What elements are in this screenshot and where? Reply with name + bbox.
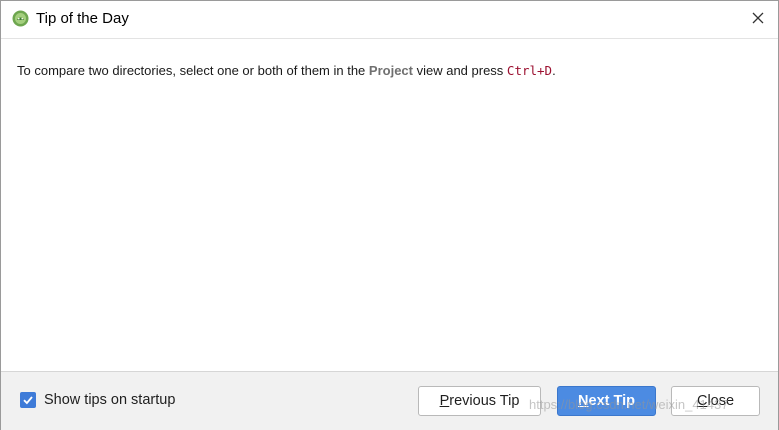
tip-of-the-day-dialog: Tip of the Day To compare two directorie… (0, 0, 779, 430)
tip-shortcut: Ctrl+D (506, 63, 553, 78)
android-studio-icon (12, 10, 29, 27)
tip-suffix: . (552, 63, 556, 78)
show-tips-checkbox[interactable]: Show tips on startup (20, 392, 175, 408)
tip-text: To compare two directories, select one o… (17, 63, 556, 78)
next-mnemonic: N (578, 393, 589, 409)
close-icon[interactable] (748, 8, 768, 28)
checkmark-icon[interactable] (20, 392, 36, 408)
next-label: ext Tip (588, 393, 635, 409)
dialog-title: Tip of the Day (36, 10, 129, 27)
tip-keyword: Project (368, 63, 413, 78)
previous-mnemonic: P (439, 393, 450, 409)
dialog-footer: Show tips on startup Previous Tip Next T… (1, 371, 778, 430)
close-button[interactable]: Close (671, 386, 760, 416)
next-tip-button[interactable]: Next Tip (557, 386, 656, 416)
previous-label: revious Tip (449, 393, 520, 409)
show-tips-label[interactable]: Show tips on startup (44, 392, 175, 408)
close-label: lose (707, 393, 735, 409)
close-mnemonic: C (696, 393, 708, 409)
previous-tip-button[interactable]: Previous Tip (418, 386, 541, 416)
tip-content: To compare two directories, select one o… (1, 39, 778, 371)
tip-prefix: To compare two directories, select one o… (17, 63, 369, 78)
title-bar: Tip of the Day (1, 1, 778, 37)
tip-middle: view and press (412, 63, 507, 78)
